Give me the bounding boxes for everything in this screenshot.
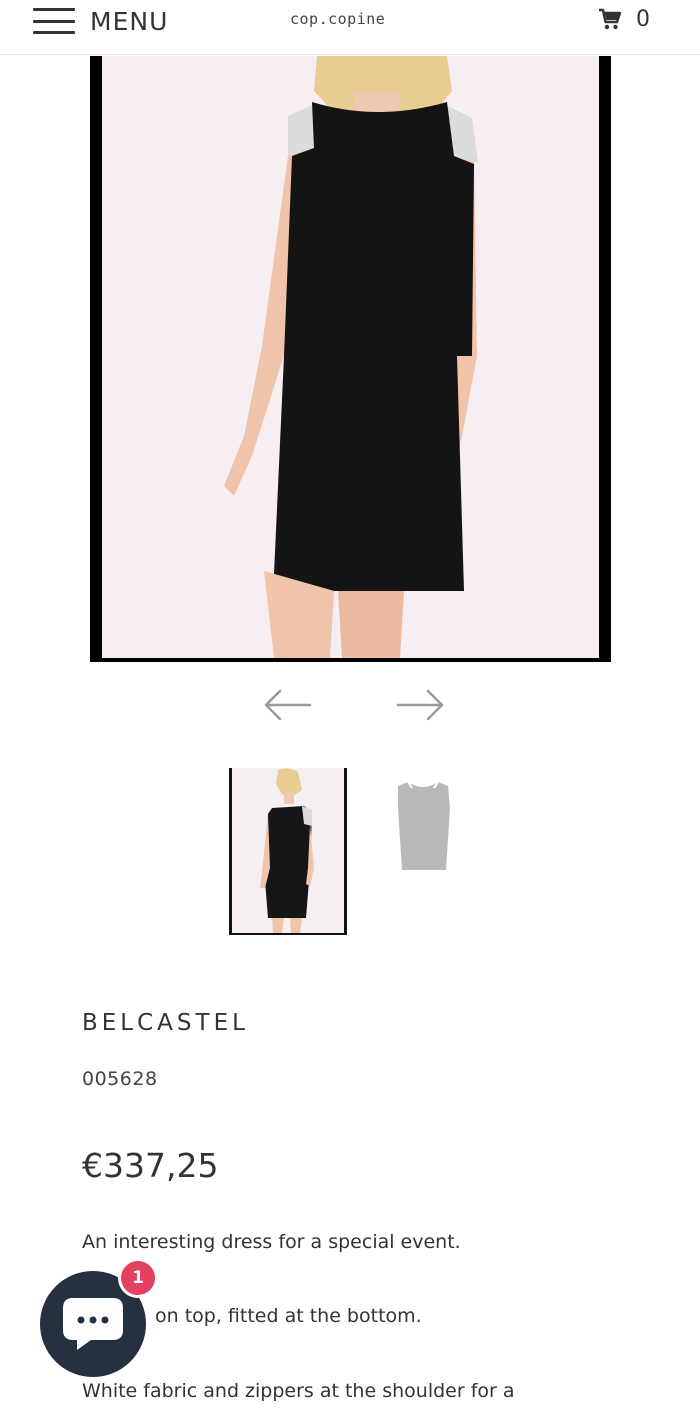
site-header: MENU cop.copine 0	[0, 0, 700, 55]
product-price: €337,25	[82, 1146, 219, 1185]
product-description-line: White fabric and zippers at the shoulder…	[82, 1380, 515, 1402]
product-description-line: An interesting dress for a special event…	[82, 1231, 461, 1253]
cart-icon	[599, 8, 622, 30]
thumbnail-model-illustration	[260, 768, 314, 933]
cart-count: 0	[636, 6, 650, 32]
brand-logo[interactable]: cop.copine	[290, 10, 385, 28]
product-sku: 005628	[82, 1068, 158, 1090]
menu-label: MENU	[90, 6, 169, 36]
chat-bubble-icon	[63, 1298, 123, 1350]
chat-notification-badge: 1	[118, 1258, 158, 1298]
hamburger-icon	[33, 8, 75, 34]
product-main-image[interactable]	[90, 56, 611, 662]
thumbnail-dress-silhouette	[398, 781, 450, 870]
product-description-line: on top, fitted at the bottom.	[155, 1305, 422, 1327]
arrow-right-icon	[396, 689, 444, 721]
thumbnail-front[interactable]	[229, 768, 347, 935]
next-image-button[interactable]	[396, 688, 446, 722]
thumbnail-back[interactable]	[388, 778, 458, 878]
cart-button[interactable]: 0	[598, 4, 650, 34]
arrow-left-icon	[264, 689, 312, 721]
product-name: BELCASTEL	[82, 1010, 249, 1036]
previous-image-button[interactable]	[262, 688, 312, 722]
menu-button[interactable]: MENU	[33, 6, 168, 36]
model-dress-illustration	[224, 56, 478, 658]
